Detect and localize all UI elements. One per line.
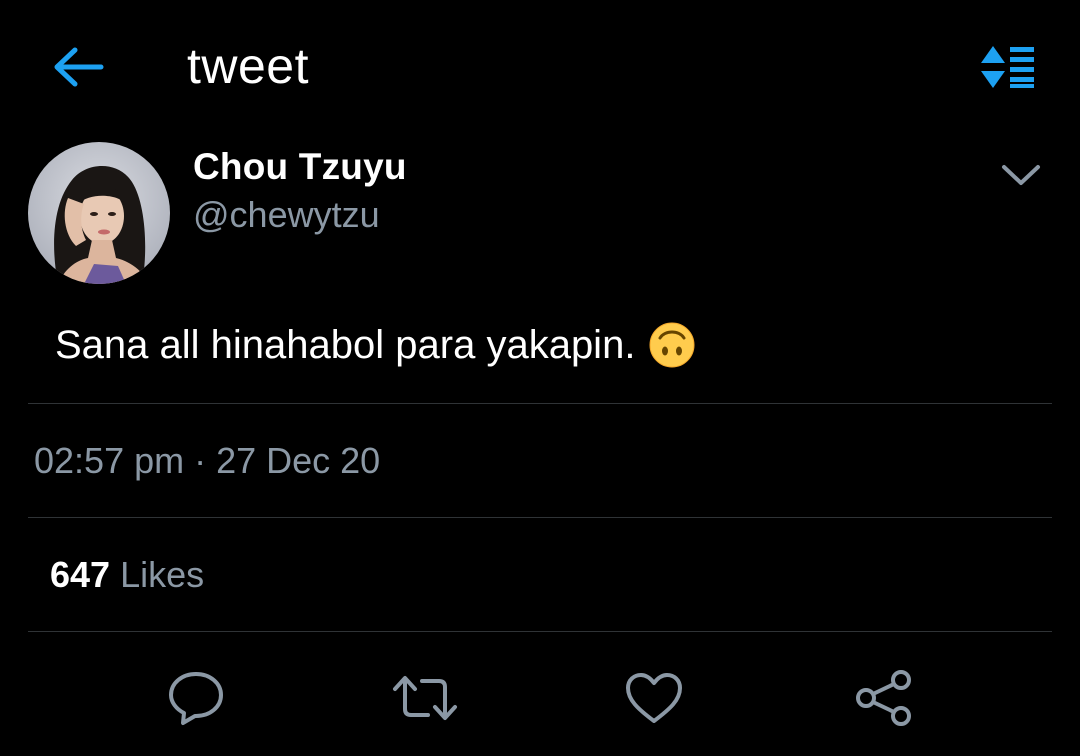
tweet-text: Sana all hinahabol para yakapin. bbox=[55, 323, 636, 367]
arrow-left-icon bbox=[54, 47, 104, 87]
share-icon bbox=[856, 670, 911, 726]
retweet-icon bbox=[393, 676, 457, 720]
chevron-down-icon bbox=[1002, 165, 1040, 185]
likes-count: 647 bbox=[50, 554, 111, 595]
divider bbox=[28, 631, 1052, 632]
likes-stat[interactable]: 647 Likes bbox=[50, 552, 204, 598]
user-handle[interactable]: @chewytzu bbox=[193, 192, 380, 238]
profile-photo bbox=[28, 142, 170, 284]
retweet-button[interactable] bbox=[391, 664, 459, 732]
likes-label: Likes bbox=[120, 554, 205, 595]
divider bbox=[28, 403, 1052, 404]
sort-button[interactable] bbox=[974, 38, 1042, 96]
reply-button[interactable] bbox=[162, 664, 230, 732]
reply-icon bbox=[169, 672, 223, 725]
top-bar: tweet bbox=[0, 0, 1080, 130]
back-button[interactable] bbox=[44, 38, 114, 96]
tweet-body: Sana all hinahabol para yakapin. bbox=[55, 318, 695, 372]
like-button[interactable] bbox=[620, 664, 688, 732]
share-button[interactable] bbox=[850, 664, 918, 732]
divider bbox=[28, 517, 1052, 518]
display-name[interactable]: Chou Tzuyu bbox=[193, 144, 407, 190]
page-title: tweet bbox=[187, 38, 310, 94]
more-options-button[interactable] bbox=[996, 152, 1046, 198]
avatar[interactable] bbox=[28, 142, 170, 284]
upside-down-face-emoji bbox=[649, 322, 695, 368]
heart-icon bbox=[626, 673, 682, 723]
sort-list-icon bbox=[981, 46, 1034, 88]
tweet-timestamp: 02:57 pm · 27 Dec 20 bbox=[34, 440, 381, 481]
